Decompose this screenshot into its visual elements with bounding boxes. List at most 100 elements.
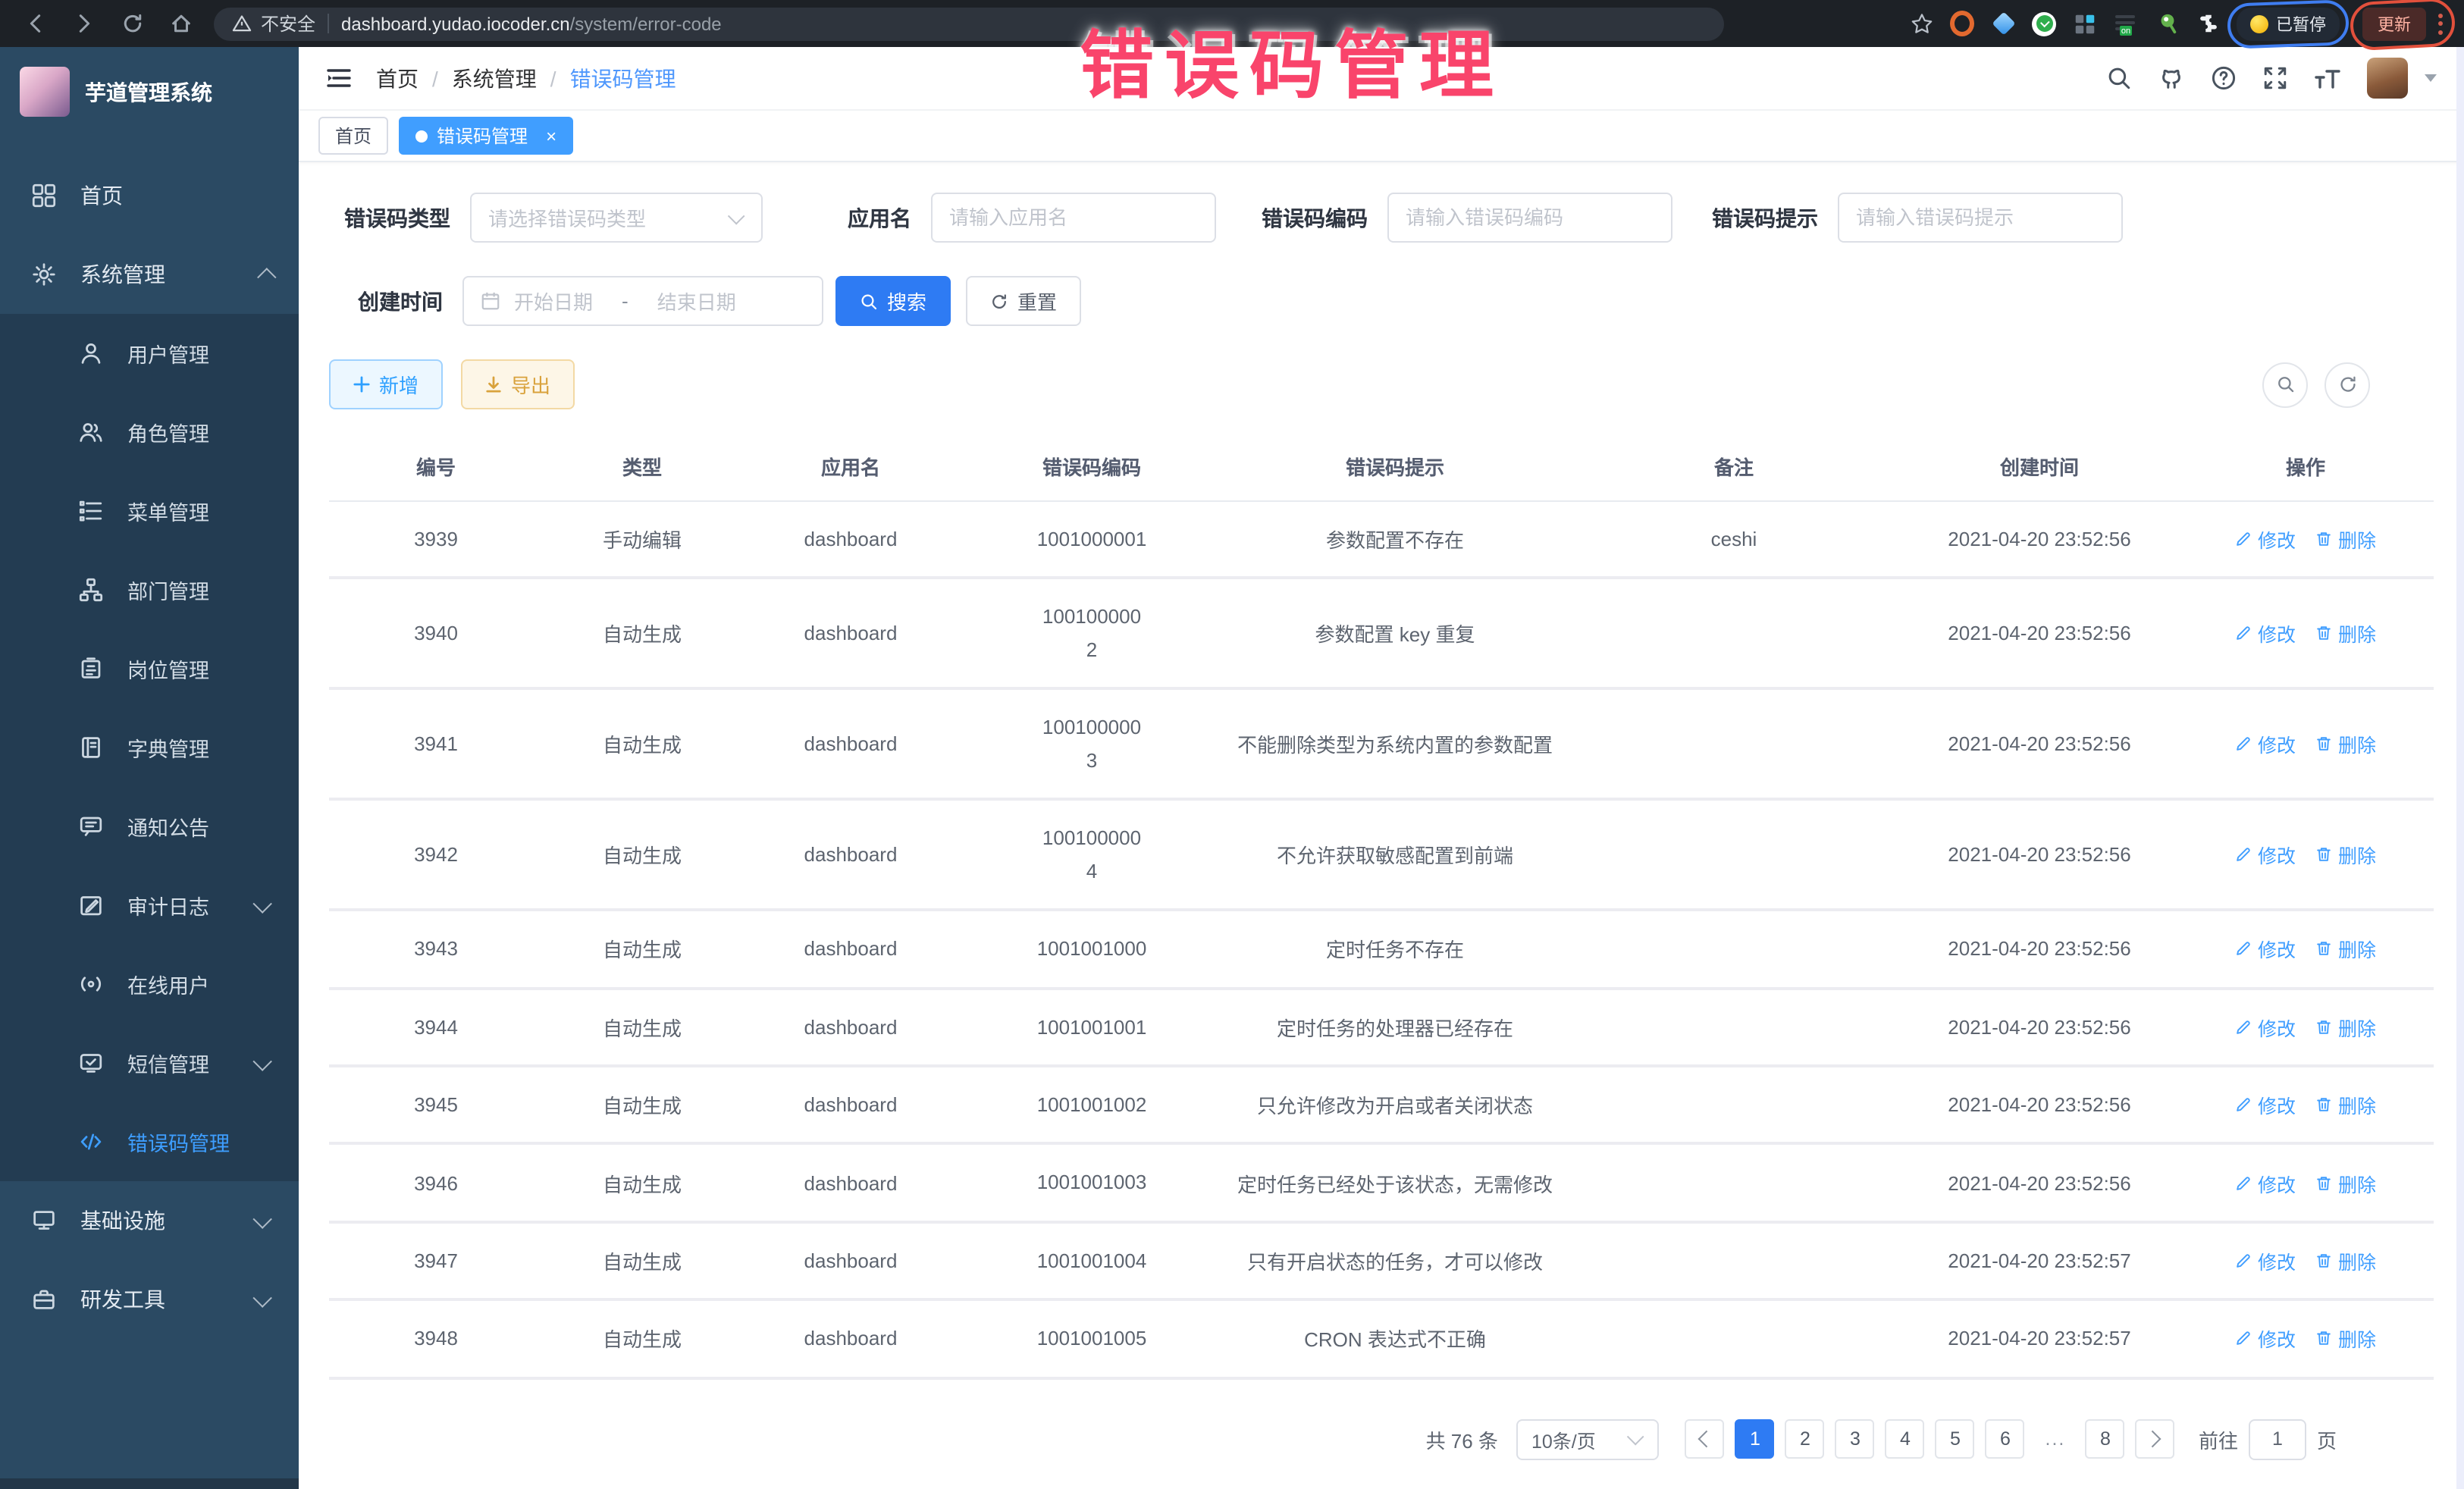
sidebar-item-5[interactable]: 菜单管理 [0, 472, 299, 550]
sidebar-item-15[interactable]: 研发工具 [0, 1260, 299, 1339]
sidebar-item-1[interactable]: 首页 [0, 156, 299, 235]
audit-icon [79, 893, 105, 917]
table-row: 3941自动生成dashboard100100000 3不能删除类型为系统内置的… [329, 691, 2434, 801]
home-icon[interactable] [170, 12, 193, 35]
sidebar-item-4[interactable]: 角色管理 [0, 393, 299, 472]
refresh-table-icon[interactable] [2324, 362, 2370, 407]
export-button[interactable]: 导出 [461, 359, 575, 409]
error-type-select[interactable]: 请选择错误码类型 [470, 193, 763, 243]
sidebar-item-12[interactable]: 短信管理 [0, 1023, 299, 1102]
page-button-1[interactable]: 1 [1735, 1419, 1775, 1459]
table-body: 3939手动编辑dashboard1001000001参数配置不存在ceshi2… [329, 502, 2434, 1379]
cell-type: 自动生成 [543, 619, 741, 648]
prev-page-button[interactable] [1685, 1419, 1725, 1459]
table-row: 3946自动生成dashboard1001001003定时任务已经处于该状态，无… [329, 1146, 2434, 1224]
help-icon[interactable] [2211, 65, 2237, 91]
github-icon[interactable] [2158, 65, 2185, 91]
breadcrumb-home[interactable]: 首页 [376, 63, 419, 93]
tab-home[interactable]: 首页 [318, 117, 388, 155]
user-avatar[interactable] [2367, 58, 2408, 99]
delete-link[interactable]: 删除 [2315, 1090, 2376, 1119]
extension-list-on-icon[interactable]: on [2114, 11, 2138, 36]
reset-button[interactable]: 重置 [966, 276, 1081, 326]
toggle-search-icon[interactable] [2262, 362, 2308, 407]
sidebar-item-11[interactable]: 在线用户 [0, 945, 299, 1023]
extension-grid-icon[interactable] [2073, 11, 2097, 36]
profile-paused-pill[interactable]: 已暂停 [2237, 7, 2340, 40]
search-button[interactable]: 搜索 [835, 276, 951, 326]
edit-link[interactable]: 修改 [2235, 1090, 2296, 1119]
goto-page-input[interactable] [2249, 1418, 2306, 1459]
page-button-2[interactable]: 2 [1785, 1419, 1825, 1459]
close-tab-icon[interactable]: × [546, 127, 556, 145]
breadcrumb-system[interactable]: 系统管理 [452, 63, 537, 93]
edit-link[interactable]: 修改 [2235, 840, 2296, 869]
delete-link[interactable]: 删除 [2315, 619, 2376, 648]
edit-link[interactable]: 修改 [2235, 935, 2296, 964]
cell-actions: 修改删除 [2177, 1324, 2434, 1353]
extension-orange-icon[interactable] [1950, 11, 1974, 36]
edit-link[interactable]: 修改 [2235, 730, 2296, 759]
dict-icon [79, 735, 105, 760]
add-button[interactable]: 新增 [329, 359, 443, 409]
trash-icon [2315, 1252, 2332, 1269]
delete-link[interactable]: 删除 [2315, 525, 2376, 553]
chevron-down-icon[interactable] [2425, 74, 2437, 82]
page-button-6[interactable]: 6 [1986, 1419, 2025, 1459]
page-button-3[interactable]: 3 [1835, 1419, 1875, 1459]
extension-search-person-icon[interactable] [2155, 11, 2179, 36]
delete-link[interactable]: 删除 [2315, 730, 2376, 759]
pencil-icon [2235, 1331, 2252, 1347]
delete-link[interactable]: 删除 [2315, 1168, 2376, 1197]
table-row: 3948自动生成dashboard1001001005CRON 表达式不正确20… [329, 1302, 2434, 1380]
edit-link[interactable]: 修改 [2235, 1324, 2296, 1353]
sidebar-item-3[interactable]: 用户管理 [0, 314, 299, 393]
sidebar-item-13[interactable]: 错误码管理 [0, 1102, 299, 1181]
fullscreen-icon[interactable] [2262, 65, 2288, 91]
cell-app: dashboard [741, 622, 960, 645]
extension-check-icon[interactable] [2032, 11, 2056, 36]
forward-icon[interactable] [73, 12, 96, 35]
edit-link[interactable]: 修改 [2235, 1012, 2296, 1041]
back-icon[interactable] [24, 12, 47, 35]
search-icon[interactable] [2106, 65, 2132, 91]
error-code-input[interactable] [1387, 193, 1672, 243]
sidebar-item-14[interactable]: 基础设施 [0, 1181, 299, 1260]
sidebar-item-10[interactable]: 审计日志 [0, 866, 299, 945]
security-badge: 不安全 [261, 11, 315, 36]
app-name-input[interactable] [931, 193, 1216, 243]
edit-link[interactable]: 修改 [2235, 619, 2296, 648]
extension-gem-icon[interactable] [1991, 11, 2015, 36]
delete-link[interactable]: 删除 [2315, 1246, 2376, 1275]
font-size-icon[interactable] [2314, 66, 2341, 90]
cell-id: 3942 [329, 843, 543, 866]
cell-hint: 定时任务不存在 [1224, 935, 1566, 964]
sidebar-item-9[interactable]: 通知公告 [0, 787, 299, 866]
sidebar-item-6[interactable]: 部门管理 [0, 550, 299, 629]
trash-icon [2315, 1096, 2332, 1113]
sidebar-item-2[interactable]: 系统管理 [0, 235, 299, 314]
date-range-picker[interactable]: 开始日期 - 结束日期 [462, 276, 823, 326]
extension-puzzle-icon[interactable] [2196, 11, 2220, 36]
delete-link[interactable]: 删除 [2315, 935, 2376, 964]
tab-error-code[interactable]: 错误码管理 × [399, 117, 573, 155]
page-button-8[interactable]: 8 [2086, 1419, 2125, 1459]
delete-link[interactable]: 删除 [2315, 1012, 2376, 1041]
sidebar-item-7[interactable]: 岗位管理 [0, 629, 299, 708]
page-button-4[interactable]: 4 [1886, 1419, 1925, 1459]
infra-icon [32, 1208, 58, 1233]
error-hint-input[interactable] [1838, 193, 2123, 243]
reload-icon[interactable] [121, 12, 144, 35]
sidebar-item-8[interactable]: 字典管理 [0, 708, 299, 787]
delete-link[interactable]: 删除 [2315, 840, 2376, 869]
next-page-button[interactable] [2136, 1419, 2175, 1459]
edit-link[interactable]: 修改 [2235, 1168, 2296, 1197]
bookmark-star-icon[interactable] [1909, 11, 1933, 36]
collapse-menu-icon[interactable] [326, 67, 352, 89]
page-button-5[interactable]: 5 [1936, 1419, 1975, 1459]
edit-link[interactable]: 修改 [2235, 1246, 2296, 1275]
page-size-select[interactable]: 10条/页 [1516, 1418, 1659, 1459]
delete-link[interactable]: 删除 [2315, 1324, 2376, 1353]
app-title: 芋道管理系统 [85, 77, 212, 107]
edit-link[interactable]: 修改 [2235, 525, 2296, 553]
